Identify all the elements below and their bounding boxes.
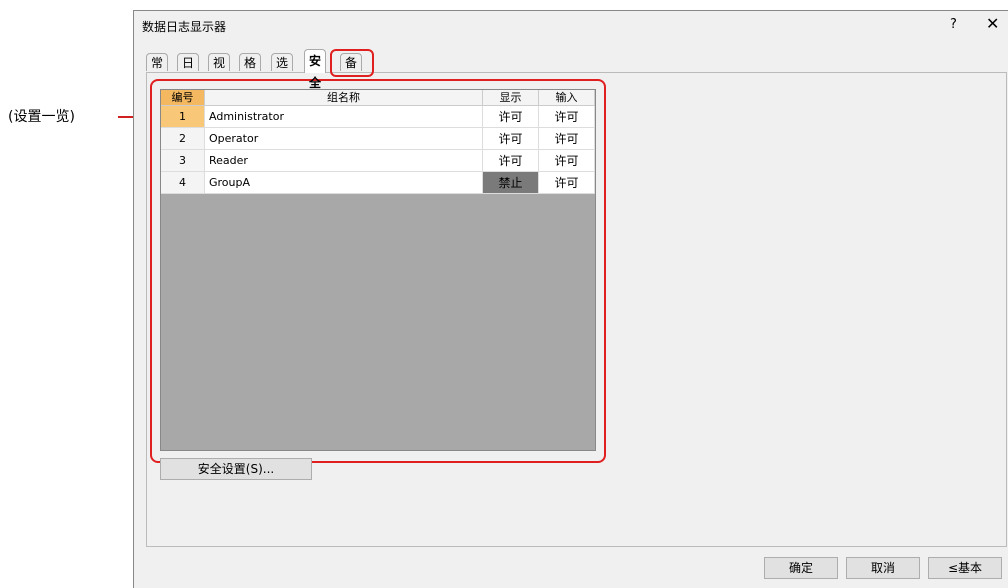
cancel-button[interactable]: 取消 bbox=[846, 557, 920, 579]
basic-button[interactable]: ≤基本 bbox=[928, 557, 1002, 579]
group-name-cell[interactable]: Administrator bbox=[205, 106, 483, 128]
table-row[interactable]: 3 Reader 许可 许可 bbox=[161, 150, 595, 172]
row-number: 4 bbox=[161, 172, 205, 194]
group-name-cell[interactable]: Reader bbox=[205, 150, 483, 172]
data-log-display-dialog: 数据日志显示器 ? ✕ 常规 日志 视图 格式 选项 安全 备注 编号 组名称 … bbox=[133, 10, 1008, 588]
table-row[interactable]: 4 GroupA 禁止 许可 bbox=[161, 172, 595, 194]
display-permission-cell[interactable]: 许可 bbox=[483, 150, 539, 172]
settings-list-table[interactable]: 编号 组名称 显示 输入 1 Administrator 许可 许可 2 Ope… bbox=[160, 89, 596, 451]
close-icon[interactable]: ✕ bbox=[986, 14, 999, 33]
display-permission-cell[interactable]: 许可 bbox=[483, 106, 539, 128]
tab-security[interactable]: 安全 bbox=[304, 49, 327, 90]
row-number: 3 bbox=[161, 150, 205, 172]
tab-log[interactable]: 日志 bbox=[177, 53, 200, 88]
input-permission-cell[interactable]: 许可 bbox=[539, 106, 595, 128]
tab-view[interactable]: 视图 bbox=[208, 53, 231, 88]
display-permission-cell[interactable]: 许可 bbox=[483, 128, 539, 150]
column-header-display[interactable]: 显示 bbox=[483, 90, 539, 106]
security-settings-button[interactable]: 安全设置(S)... bbox=[160, 458, 312, 480]
column-header-number[interactable]: 编号 bbox=[161, 90, 205, 106]
tab-options[interactable]: 选项 bbox=[271, 53, 294, 88]
ok-button[interactable]: 确定 bbox=[764, 557, 838, 579]
row-number: 2 bbox=[161, 128, 205, 150]
input-permission-cell[interactable]: 许可 bbox=[539, 128, 595, 150]
input-permission-cell[interactable]: 许可 bbox=[539, 172, 595, 194]
display-permission-cell[interactable]: 禁止 bbox=[483, 172, 539, 194]
row-number: 1 bbox=[161, 106, 205, 128]
tab-general[interactable]: 常规 bbox=[146, 53, 169, 88]
group-name-cell[interactable]: GroupA bbox=[205, 172, 483, 194]
help-icon[interactable]: ? bbox=[950, 17, 957, 32]
group-name-cell[interactable]: Operator bbox=[205, 128, 483, 150]
column-header-group-name[interactable]: 组名称 bbox=[205, 90, 483, 106]
dialog-title: 数据日志显示器 bbox=[142, 20, 227, 34]
input-permission-cell[interactable]: 许可 bbox=[539, 150, 595, 172]
table-row[interactable]: 1 Administrator 许可 许可 bbox=[161, 106, 595, 128]
annotation-label: (设置一览) bbox=[8, 109, 75, 125]
table-row[interactable]: 2 Operator 许可 许可 bbox=[161, 128, 595, 150]
tab-format[interactable]: 格式 bbox=[239, 53, 262, 88]
tab-notes[interactable]: 备注 bbox=[340, 53, 363, 88]
column-header-input[interactable]: 输入 bbox=[539, 90, 595, 106]
